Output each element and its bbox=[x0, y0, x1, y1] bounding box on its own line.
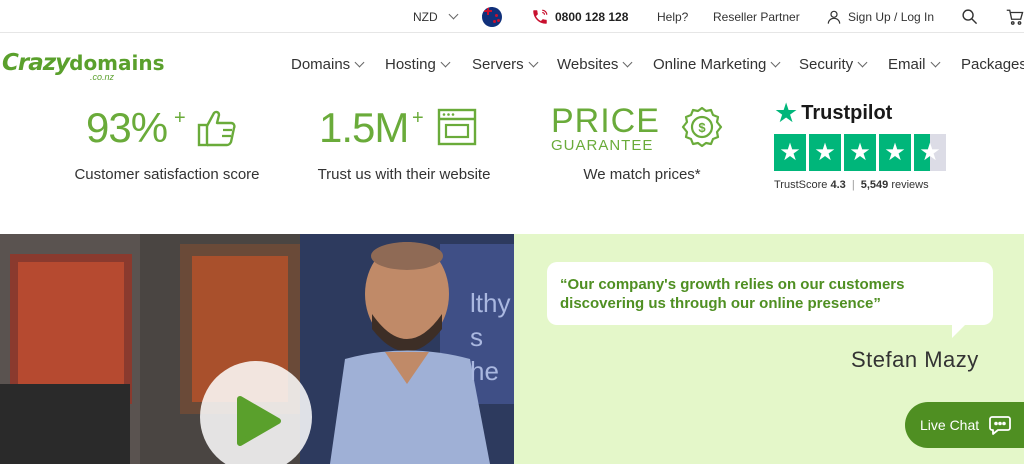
nav-label: Hosting bbox=[385, 56, 436, 73]
chevron-down-icon bbox=[857, 57, 868, 68]
nav-label: Servers bbox=[472, 56, 524, 73]
quote-line-1: “Our company's growth relies on our cust… bbox=[560, 276, 905, 293]
trustscore-label: TrustScore bbox=[774, 179, 828, 191]
live-chat-label: Live Chat bbox=[920, 417, 980, 433]
satisfaction-plus: + bbox=[174, 107, 186, 129]
trustpilot-brand: Trustpilot bbox=[801, 102, 893, 124]
help-link[interactable]: Help? bbox=[657, 0, 688, 33]
video-sign-line-2: s he bbox=[470, 322, 499, 386]
crazy-domains-logo[interactable]: Crazydomains .co.nz bbox=[2, 50, 165, 82]
chevron-down-icon bbox=[930, 57, 940, 68]
nav-websites[interactable]: Websites bbox=[557, 56, 633, 73]
satisfaction-value: 93% bbox=[86, 104, 168, 151]
trustpilot-rating-stars: ★ ★ ★ ★ ★ bbox=[774, 134, 946, 171]
logo-tld: .co.nz bbox=[90, 72, 115, 82]
country-flag-button[interactable] bbox=[482, 0, 502, 33]
nav-label: Packages bbox=[961, 56, 1024, 73]
nav-hosting[interactable]: Hosting bbox=[385, 56, 451, 73]
top-bar: NZD 0800 128 128 Help? Reseller Partner … bbox=[0, 0, 1024, 33]
nav-packages[interactable]: Packages bbox=[961, 56, 1024, 73]
search-button[interactable] bbox=[961, 0, 978, 33]
chevron-down-icon bbox=[622, 57, 633, 68]
trustpilot-star-box: ★ bbox=[809, 134, 841, 171]
nz-flag-icon bbox=[482, 6, 502, 27]
nav-label: Email bbox=[888, 56, 926, 73]
reviews-count: 5,549 bbox=[860, 179, 889, 191]
trustpilot-logo[interactable]: ★ Trustpilot bbox=[774, 100, 892, 127]
testimonial-author: Stefan Mazy bbox=[851, 347, 979, 372]
websites-plus: + bbox=[412, 107, 424, 129]
reseller-partner-link[interactable]: Reseller Partner bbox=[713, 0, 800, 33]
chevron-down-icon bbox=[528, 57, 539, 68]
trustscore-line: TrustScore 4.3 | 5,549 reviews bbox=[774, 179, 929, 191]
chevron-down-icon bbox=[440, 57, 451, 68]
dollar-badge-icon: $ bbox=[681, 106, 723, 148]
cart-icon bbox=[1006, 9, 1024, 25]
phone-icon bbox=[533, 9, 548, 24]
phone-number: 0800 128 128 bbox=[555, 9, 629, 24]
websites-value: 1.5M bbox=[319, 104, 409, 151]
thumbs-up-icon bbox=[197, 110, 236, 147]
nav-security[interactable]: Security bbox=[799, 56, 868, 73]
nav-label: Domains bbox=[291, 56, 351, 73]
phone-link[interactable]: 0800 128 128 bbox=[531, 0, 628, 33]
signup-login-link[interactable]: Sign Up / Log In bbox=[826, 0, 934, 33]
currency-label: NZD bbox=[413, 9, 438, 24]
chevron-down-icon bbox=[448, 9, 459, 20]
nav-label: Websites bbox=[557, 56, 619, 73]
testimonial-video[interactable]: lthy s he bbox=[0, 234, 514, 464]
browser-window-icon bbox=[437, 108, 477, 146]
chevron-down-icon bbox=[770, 57, 781, 68]
logo-word-domains: domains bbox=[69, 51, 165, 75]
quote-bubble-tail bbox=[952, 324, 966, 338]
trustpilot-star-icon: ★ bbox=[774, 98, 799, 128]
reseller-label: Reseller Partner bbox=[713, 9, 800, 24]
satisfaction-caption: Customer satisfaction score bbox=[74, 166, 260, 183]
trustscore-separator: | bbox=[851, 179, 855, 191]
play-icon bbox=[237, 396, 281, 446]
trustpilot-star-box: ★ bbox=[774, 134, 806, 171]
nav-label: Online Marketing bbox=[653, 56, 767, 73]
trustpilot-star-box: ★ bbox=[844, 134, 876, 171]
trustscore-value: 4.3 bbox=[830, 179, 846, 191]
logo-word-crazy: Crazy bbox=[2, 50, 70, 76]
video-sign-text: lthy s he bbox=[470, 286, 514, 388]
quote-line-2: discovering us through our online presen… bbox=[560, 295, 881, 312]
currency-selector[interactable]: NZD bbox=[413, 0, 459, 33]
price-guarantee-title: PRICE bbox=[551, 102, 660, 140]
cart-button[interactable] bbox=[1006, 0, 1024, 33]
svg-text:$: $ bbox=[698, 120, 706, 135]
reviews-label: reviews bbox=[891, 179, 929, 191]
nav-label: Security bbox=[799, 56, 854, 73]
nav-online-marketing[interactable]: Online Marketing bbox=[653, 56, 781, 73]
user-icon bbox=[827, 10, 841, 24]
nav-email[interactable]: Email bbox=[888, 56, 940, 73]
nav-servers[interactable]: Servers bbox=[472, 56, 539, 73]
chat-bubble-icon bbox=[989, 416, 1012, 435]
search-icon bbox=[962, 9, 978, 25]
price-caption: We match prices* bbox=[583, 166, 701, 183]
play-button[interactable] bbox=[200, 361, 312, 464]
trustpilot-star-box: ★ bbox=[914, 134, 946, 171]
help-label: Help? bbox=[657, 9, 689, 24]
testimonial-quote: “Our company's growth relies on our cust… bbox=[560, 275, 980, 313]
trustpilot-star-box: ★ bbox=[879, 134, 911, 171]
nav-domains[interactable]: Domains bbox=[291, 56, 365, 73]
signup-label: Sign Up / Log In bbox=[848, 9, 935, 24]
websites-caption: Trust us with their website bbox=[317, 166, 491, 183]
price-guarantee-subtitle: GUARANTEE bbox=[551, 137, 654, 154]
video-sign-line-1: lthy bbox=[470, 288, 511, 318]
live-chat-button[interactable]: Live Chat bbox=[905, 402, 1024, 448]
chevron-down-icon bbox=[354, 57, 365, 68]
